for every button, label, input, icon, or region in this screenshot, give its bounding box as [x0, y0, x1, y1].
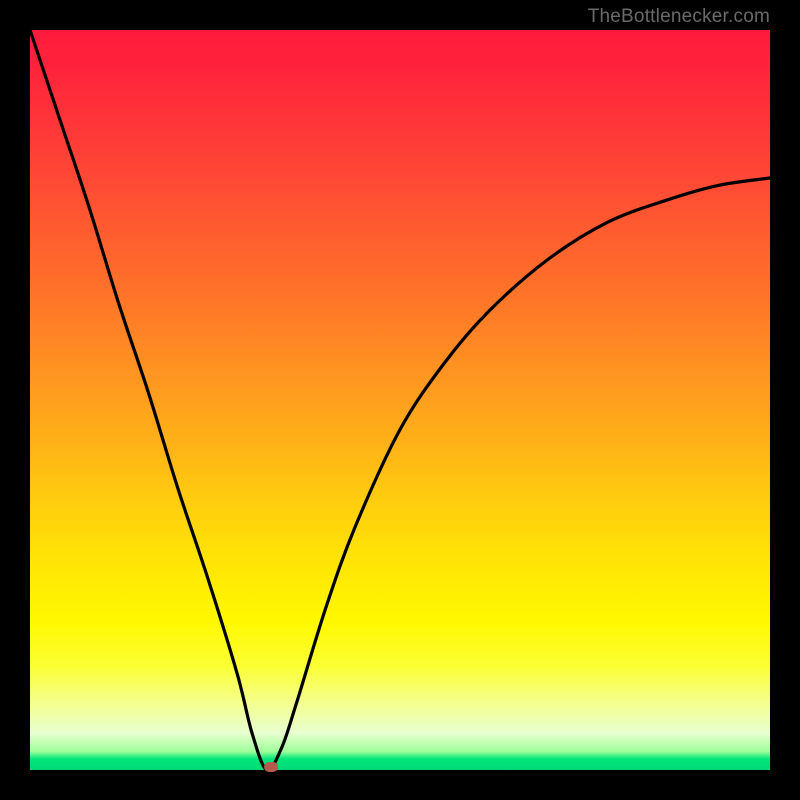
watermark-text: TheBottlenecker.com [588, 6, 770, 28]
chart-frame: TheBottlenecker.com [0, 0, 800, 800]
bottleneck-curve [30, 30, 770, 770]
minimum-marker [264, 762, 278, 772]
